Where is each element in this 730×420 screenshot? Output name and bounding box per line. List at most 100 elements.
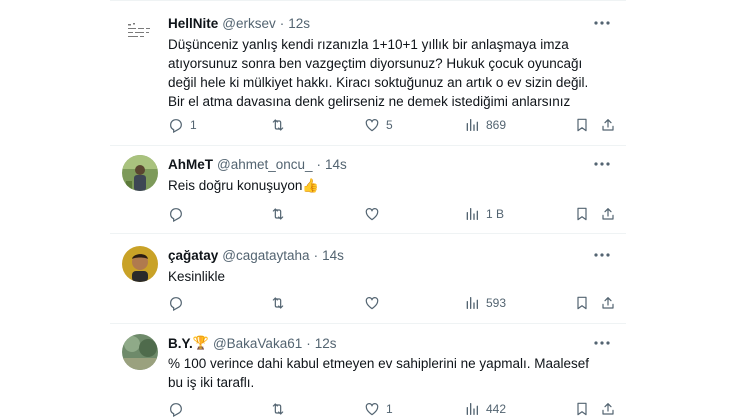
bookmark-icon xyxy=(574,117,590,133)
avatar-cagatay[interactable] xyxy=(122,246,158,282)
view-count: 1 B xyxy=(486,207,505,221)
retweet-button[interactable] xyxy=(270,294,292,312)
share-icon xyxy=(600,117,616,133)
retweet-icon xyxy=(270,206,286,222)
like-button[interactable] xyxy=(364,205,386,223)
bookmark-button[interactable] xyxy=(574,205,590,223)
tweet-text: Kesinlikle xyxy=(168,269,226,284)
tweet-header: AhMeT @ahmet_oncu_ · 14s xyxy=(168,155,347,173)
share-button[interactable] xyxy=(600,116,616,134)
reply-icon xyxy=(168,206,184,222)
avatar-image xyxy=(122,155,158,191)
like-icon xyxy=(364,295,380,311)
reply-count: 1 xyxy=(190,118,197,132)
separator-dot: · xyxy=(313,247,319,263)
bookmark-button[interactable] xyxy=(574,294,590,312)
retweet-button[interactable] xyxy=(270,205,292,223)
share-button[interactable] xyxy=(600,400,616,418)
avatar-ahmet[interactable] xyxy=(122,155,158,191)
action-bar: 593 xyxy=(168,294,616,312)
avatar-image xyxy=(122,14,158,50)
reply-icon xyxy=(168,117,184,133)
timestamp[interactable]: 12s xyxy=(288,16,310,31)
author-handle[interactable]: @BakaVaka61 xyxy=(213,336,302,351)
timestamp[interactable]: 14s xyxy=(322,248,344,263)
tweet-4[interactable]: B.Y. 🏆 @BakaVaka61 · 12s % 100 verince da… xyxy=(110,334,626,420)
avatar-by[interactable] xyxy=(122,334,158,370)
bookmark-button[interactable] xyxy=(574,116,590,134)
share-button[interactable] xyxy=(600,205,616,223)
share-icon xyxy=(600,401,616,417)
more-dots-icon[interactable] xyxy=(592,14,612,32)
action-bar: 1 442 xyxy=(168,400,616,418)
retweet-icon xyxy=(270,295,286,311)
timestamp[interactable]: 14s xyxy=(325,157,347,172)
tweet-text-row: Reis doğru konuşuyon👍 xyxy=(168,176,598,195)
views-button[interactable]: 442 xyxy=(464,400,506,418)
reply-button[interactable] xyxy=(168,294,190,312)
like-icon xyxy=(364,117,380,133)
separator-dot: · xyxy=(306,335,311,351)
thumbs-up-emoji: 👍 xyxy=(302,178,320,193)
views-button[interactable]: 593 xyxy=(464,294,506,312)
reply-button[interactable] xyxy=(168,205,190,223)
tweet-text: Düşünceniz yanlış kendi rızanızla 1+10+1… xyxy=(168,37,589,109)
view-count: 593 xyxy=(486,296,507,310)
separator-dot: · xyxy=(279,15,285,31)
tweet-1[interactable]: HellNite @erksev · 12s Düşünceniz yanlış… xyxy=(110,14,626,140)
share-button[interactable] xyxy=(600,294,616,312)
views-button[interactable]: 869 xyxy=(464,116,506,134)
action-bar: 1 5 869 xyxy=(168,116,616,134)
retweet-icon xyxy=(270,117,286,133)
avatar-image xyxy=(122,334,158,370)
like-count: 1 xyxy=(386,402,393,416)
like-button[interactable] xyxy=(364,294,386,312)
author-name[interactable]: HellNite xyxy=(168,16,218,31)
top-divider xyxy=(110,0,626,1)
share-icon xyxy=(600,206,616,222)
timestamp[interactable]: 12s xyxy=(315,336,337,351)
tweet-header: B.Y. 🏆 @BakaVaka61 · 12s xyxy=(168,334,337,352)
views-icon xyxy=(464,295,480,311)
divider xyxy=(110,323,626,324)
views-icon xyxy=(464,117,480,133)
action-bar: 1 B xyxy=(168,205,616,223)
like-button[interactable]: 5 xyxy=(364,116,393,134)
views-icon xyxy=(464,206,480,222)
bookmark-button[interactable] xyxy=(574,400,590,418)
retweet-icon xyxy=(270,401,286,417)
author-handle[interactable]: @erksev xyxy=(222,16,275,31)
reply-button[interactable]: 1 xyxy=(168,116,197,134)
views-button[interactable]: 1 B xyxy=(464,205,504,223)
author-name[interactable]: B.Y. xyxy=(168,336,193,351)
author-handle[interactable]: @ahmet_oncu_ xyxy=(217,157,313,172)
retweet-button[interactable] xyxy=(270,116,292,134)
divider xyxy=(110,145,626,146)
tweet-header: HellNite @erksev · 12s xyxy=(168,14,310,32)
like-icon xyxy=(364,401,380,417)
bookmark-icon xyxy=(574,295,590,311)
more-dots-icon[interactable] xyxy=(592,246,612,264)
tweet-3[interactable]: çağatay @cagataytaha · 14s Kesinlikle 59… xyxy=(110,246,626,316)
reply-button[interactable] xyxy=(168,400,190,418)
more-dots-icon[interactable] xyxy=(592,334,612,352)
bookmark-icon xyxy=(574,206,590,222)
avatar-image xyxy=(122,246,158,282)
divider xyxy=(110,233,626,234)
reply-icon xyxy=(168,295,184,311)
author-handle[interactable]: @cagataytaha xyxy=(222,248,309,263)
share-icon xyxy=(600,295,616,311)
view-count: 442 xyxy=(486,402,507,416)
author-name[interactable]: AhMeT xyxy=(168,157,213,172)
like-count: 5 xyxy=(386,118,393,132)
author-name[interactable]: çağatay xyxy=(168,248,218,263)
more-dots-icon[interactable] xyxy=(592,155,612,173)
like-icon xyxy=(364,206,380,222)
trophy-emoji: 🏆 xyxy=(192,335,209,350)
tweet-text: % 100 verince dahi kabul etmeyen ev sahi… xyxy=(168,356,589,390)
avatar-hellnite[interactable] xyxy=(122,14,158,50)
tweet-text: Reis doğru konuşuyon xyxy=(168,178,303,193)
retweet-button[interactable] xyxy=(270,400,292,418)
tweet-2[interactable]: AhMeT @ahmet_oncu_ · 14s Reis doğru konu… xyxy=(110,155,626,225)
like-button[interactable]: 1 xyxy=(364,400,393,418)
